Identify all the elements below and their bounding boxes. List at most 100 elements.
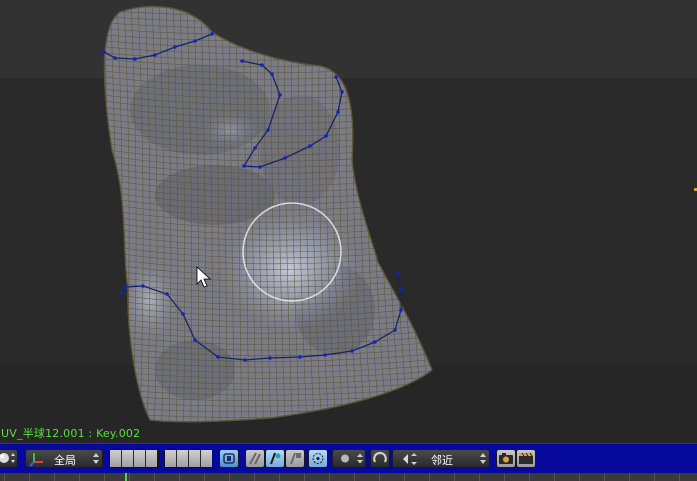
- pivot-select[interactable]: 全局: [25, 449, 103, 468]
- layer-button[interactable]: [201, 450, 212, 467]
- pivot-select-label: 全局: [54, 454, 76, 467]
- timeline-tick: [604, 473, 605, 481]
- seam-vertex: [165, 292, 169, 296]
- translate-icon: [249, 452, 261, 465]
- viewport-header: 全局 邻近: [0, 443, 697, 473]
- timeline-tick: [104, 473, 105, 481]
- timeline-tick: [254, 473, 255, 481]
- vertex-select-icon: [312, 453, 324, 464]
- timeline-tick: [379, 473, 380, 481]
- timeline-strip[interactable]: [0, 473, 697, 481]
- seam-vertex: [258, 165, 262, 169]
- layer-button[interactable]: [122, 450, 134, 467]
- layer-button[interactable]: [110, 450, 122, 467]
- proportional-edit-button[interactable]: [308, 449, 328, 468]
- layer-button[interactable]: [146, 450, 157, 467]
- timeline-tick: [579, 473, 580, 481]
- timeline-tick: [79, 473, 80, 481]
- current-frame-marker[interactable]: [125, 473, 127, 481]
- timeline-tick: [479, 473, 480, 481]
- timeline-tick: [329, 473, 330, 481]
- shading-dot-icon: [341, 453, 363, 464]
- timeline-tick: [304, 473, 305, 481]
- seam-vertex: [400, 288, 404, 292]
- layer-button[interactable]: [189, 450, 201, 467]
- mode-select[interactable]: [0, 449, 18, 468]
- manipulator-rotate-button[interactable]: [265, 449, 285, 468]
- manipulator-scale-button[interactable]: [285, 449, 305, 468]
- seam-vertex: [210, 32, 214, 36]
- timeline-tick: [654, 473, 655, 481]
- seam-vertex: [119, 291, 123, 295]
- shading-select[interactable]: [332, 449, 366, 468]
- seam-vertex: [102, 50, 106, 54]
- layers-lock-icon: [223, 453, 235, 464]
- seam-vertex: [216, 355, 220, 359]
- viewport-canvas[interactable]: [0, 0, 697, 443]
- seam-vertex: [283, 156, 287, 160]
- seam-vertex: [396, 272, 400, 276]
- timeline-tick: [204, 473, 205, 481]
- seam-vertex: [240, 59, 244, 63]
- seam-vertex: [173, 45, 177, 49]
- timeline-tick: [454, 473, 455, 481]
- snap-element-select[interactable]: 邻近: [392, 449, 490, 468]
- timeline-tick: [179, 473, 180, 481]
- snap-element-icon: [403, 453, 417, 465]
- layer-button[interactable]: [165, 450, 177, 467]
- seam-vertex: [298, 355, 302, 359]
- magnet-icon: [373, 451, 387, 463]
- seam-vertex: [113, 56, 117, 60]
- timeline-tick: [529, 473, 530, 481]
- layer-buttons-b[interactable]: [164, 449, 214, 468]
- seam-vertex: [334, 75, 338, 79]
- clapperboard-icon: [519, 452, 533, 464]
- timeline-tick: [129, 473, 130, 481]
- seam-vertex: [324, 134, 328, 138]
- seam-vertex: [133, 57, 137, 61]
- timeline-tick: [154, 473, 155, 481]
- camera-icon: [499, 453, 513, 464]
- lock-camera-button[interactable]: [219, 449, 239, 468]
- seam-vertex: [124, 285, 128, 289]
- timeline-tick: [4, 473, 5, 481]
- seam-vertex: [260, 63, 264, 67]
- rotate-icon: [270, 452, 281, 465]
- snap-select-label: 邻近: [431, 454, 453, 467]
- seam-vertex: [350, 349, 354, 353]
- timeline-tick: [679, 473, 680, 481]
- manipulator-translate-button[interactable]: [245, 449, 265, 468]
- render-animation-button[interactable]: [516, 449, 536, 468]
- timeline-tick: [229, 473, 230, 481]
- snap-toggle-button[interactable]: [370, 449, 390, 468]
- seam-vertex: [336, 110, 340, 114]
- layer-button[interactable]: [177, 450, 189, 467]
- timeline-tick: [279, 473, 280, 481]
- layer-button[interactable]: [134, 450, 146, 467]
- object-name-label: UV_半球12.001 : Key.002: [1, 427, 141, 440]
- seam-vertex: [242, 164, 246, 168]
- timeline-tick: [29, 473, 30, 481]
- timeline-tick: [54, 473, 55, 481]
- seam-vertex: [193, 338, 197, 342]
- seam-vertex: [243, 358, 247, 362]
- seam-vertex: [193, 39, 197, 43]
- seam-vertex: [268, 356, 272, 360]
- seam-vertex: [278, 93, 282, 97]
- timeline-tick: [554, 473, 555, 481]
- timeline-tick: [629, 473, 630, 481]
- seam-vertex: [266, 128, 270, 132]
- 3d-viewport[interactable]: UV_半球12.001 : Key.002: [0, 0, 697, 443]
- seam-vertex: [323, 353, 327, 357]
- blender-screen: UV_半球12.001 : Key.002 全局 邻近: [0, 0, 697, 481]
- seam-vertex: [373, 340, 377, 344]
- seam-vertex: [399, 308, 403, 312]
- scale-icon: [290, 452, 301, 465]
- seam-vertex: [181, 312, 185, 316]
- seam-vertex: [308, 144, 312, 148]
- render-still-button[interactable]: [496, 449, 516, 468]
- sphere-icon: [0, 453, 15, 463]
- select-arrows-icon: [93, 453, 99, 464]
- layer-buttons-a[interactable]: [109, 449, 159, 468]
- seam-vertex: [253, 146, 257, 150]
